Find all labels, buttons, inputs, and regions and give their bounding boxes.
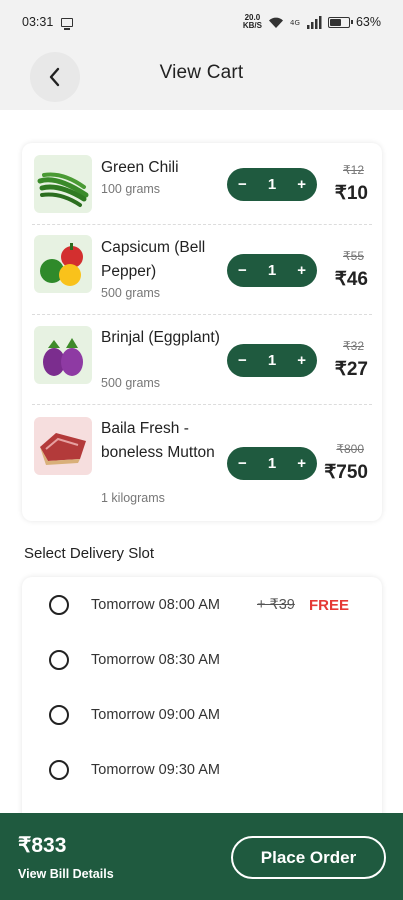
increment-button[interactable]: + bbox=[297, 262, 306, 279]
cart-item: Capsicum (Bell Pepper) 500 grams − 1 + ₹… bbox=[22, 225, 382, 315]
slot-label: Tomorrow 08:00 AM bbox=[91, 597, 220, 613]
decrement-button[interactable]: − bbox=[238, 176, 247, 193]
slot-label: Tomorrow 08:30 AM bbox=[91, 652, 220, 668]
original-price: ₹800 bbox=[336, 442, 364, 456]
cart-items-card: Green Chili 100 grams − 1 + ₹12 ₹10 Caps… bbox=[22, 143, 382, 521]
discounted-price: ₹27 bbox=[334, 359, 368, 380]
item-count: 1 bbox=[267, 352, 277, 369]
decrement-button[interactable]: − bbox=[238, 455, 247, 472]
item-count: 1 bbox=[267, 262, 277, 279]
quantity-stepper[interactable]: − 1 + bbox=[227, 168, 317, 201]
item-count: 1 bbox=[267, 176, 277, 193]
battery-percent: 63% bbox=[355, 15, 381, 29]
app-header: View Cart bbox=[0, 44, 403, 110]
svg-text:4G: 4G bbox=[290, 19, 300, 27]
radio-button[interactable] bbox=[49, 760, 69, 780]
free-badge: FREE bbox=[309, 596, 350, 614]
radio-button[interactable] bbox=[49, 650, 69, 670]
status-time: 03:31 bbox=[22, 15, 54, 29]
capsicum-image bbox=[34, 235, 92, 293]
cart-item: Brinjal (Eggplant) 500 grams − 1 + ₹32 ₹… bbox=[22, 315, 382, 405]
discounted-price: ₹10 bbox=[334, 183, 368, 204]
delivery-slot-card: Tomorrow 08:00 AM + ₹39 FREE Tomorrow 08… bbox=[22, 577, 382, 837]
increment-button[interactable]: + bbox=[297, 455, 306, 472]
slot-fee: + ₹39 bbox=[257, 597, 295, 613]
delivery-slot-option[interactable]: Tomorrow 08:30 AM bbox=[22, 645, 382, 675]
cart-item: Baila Fresh - boneless Mutton 1 kilogram… bbox=[22, 405, 382, 521]
item-quantity: 500 grams bbox=[101, 376, 161, 390]
decrement-button[interactable]: − bbox=[238, 262, 247, 279]
battery-icon bbox=[327, 16, 353, 28]
increment-button[interactable]: + bbox=[297, 176, 306, 193]
slot-label: Tomorrow 09:30 AM bbox=[91, 762, 220, 778]
radio-button[interactable] bbox=[49, 595, 69, 615]
item-quantity: 1 kilograms bbox=[101, 491, 165, 505]
cart-total: ₹833 bbox=[18, 834, 67, 857]
delivery-slot-option[interactable]: Tomorrow 08:00 AM + ₹39 FREE bbox=[22, 590, 382, 620]
decrement-button[interactable]: − bbox=[238, 352, 247, 369]
discounted-price: ₹46 bbox=[334, 269, 368, 290]
item-name: Capsicum (Bell Pepper) bbox=[101, 239, 206, 280]
delivery-slot-title: Select Delivery Slot bbox=[24, 545, 155, 562]
item-quantity: 100 grams bbox=[101, 182, 161, 196]
delivery-slot-option[interactable]: Tomorrow 09:30 AM bbox=[22, 755, 382, 785]
radio-button[interactable] bbox=[49, 705, 69, 725]
wifi-icon bbox=[268, 17, 283, 28]
mutton-image bbox=[34, 417, 92, 475]
quantity-stepper[interactable]: − 1 + bbox=[227, 344, 317, 377]
network-speed-unit: KB/S bbox=[242, 21, 262, 30]
delivery-slot-option[interactable]: Tomorrow 09:00 AM bbox=[22, 700, 382, 730]
place-order-button[interactable]: Place Order bbox=[231, 836, 386, 879]
item-name: Baila Fresh - boneless Mutton bbox=[101, 420, 215, 461]
checkout-footer: ₹833 View Bill Details Place Order bbox=[0, 813, 403, 900]
status-bar: 03:31 20.0 KB/S 4G 63% bbox=[0, 0, 403, 44]
quantity-stepper[interactable]: − 1 + bbox=[227, 254, 317, 287]
original-price: ₹12 bbox=[343, 163, 364, 177]
brinjal-image bbox=[34, 326, 92, 384]
signal-bars-icon bbox=[306, 15, 322, 29]
original-price: ₹32 bbox=[343, 339, 364, 353]
item-name: Brinjal (Eggplant) bbox=[101, 329, 220, 346]
item-count: 1 bbox=[267, 455, 277, 472]
green-chili-image bbox=[34, 155, 92, 213]
discounted-price: ₹750 bbox=[324, 462, 368, 483]
page-title: View Cart bbox=[159, 62, 244, 83]
signal-4g-icon: 4G bbox=[290, 19, 300, 27]
quantity-stepper[interactable]: − 1 + bbox=[227, 447, 317, 480]
slot-label: Tomorrow 09:00 AM bbox=[91, 707, 220, 723]
item-quantity: 500 grams bbox=[101, 286, 161, 300]
item-name: Green Chili bbox=[101, 159, 179, 176]
increment-button[interactable]: + bbox=[297, 352, 306, 369]
cart-item: Green Chili 100 grams − 1 + ₹12 ₹10 bbox=[22, 143, 382, 225]
network-speed: 20.0 KB/S bbox=[243, 14, 262, 30]
view-bill-details-link[interactable]: View Bill Details bbox=[18, 867, 114, 881]
screen-cast-icon bbox=[61, 17, 74, 30]
original-price: ₹55 bbox=[343, 249, 364, 263]
